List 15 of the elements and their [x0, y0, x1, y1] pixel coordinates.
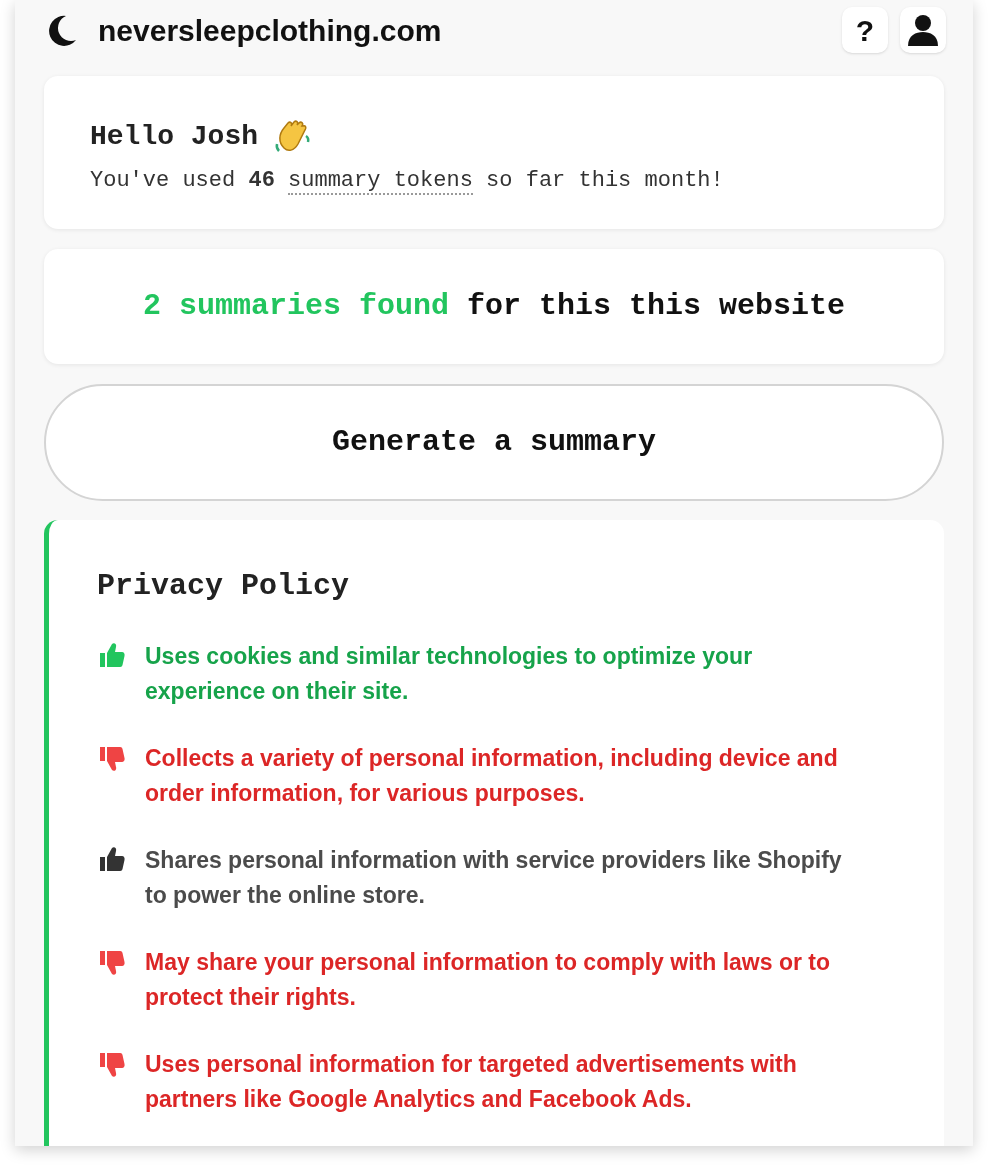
token-usage-text: You've used 46 summary tokens so far this month! — [90, 167, 725, 197]
site-domain: neversleepclothing.com — [98, 12, 442, 49]
generate-summary-button[interactable]: Generate a summary — [44, 384, 944, 501]
summary-tokens-link[interactable]: summary tokens — [288, 168, 473, 195]
policy-point-text: Uses cookies and similar technologies to optimize your experience on their site. — [145, 642, 754, 706]
policy-point-text: May share your personal information to comply with laws or to protect their rights. — [145, 948, 831, 1012]
policy-title: Privacy Policy — [97, 568, 351, 605]
account-button[interactable] — [900, 7, 946, 53]
policy-point-text: Uses personal information for targeted advertisements with partners like Google Analytics and Facebook Ads. — [145, 1050, 798, 1114]
policy-point-text: Collects a variety of personal information, including device and order information, for various purposes. — [145, 744, 839, 808]
moon-icon — [46, 14, 78, 46]
summaries-found-text: 2 summaries found for this this website — [142, 288, 846, 325]
policy-point-text: Shares personal information with service providers like Shopify to power the online store. — [145, 846, 843, 910]
greeting-title: Hello Josh — [90, 120, 259, 154]
help-button[interactable]: ? — [842, 7, 888, 53]
